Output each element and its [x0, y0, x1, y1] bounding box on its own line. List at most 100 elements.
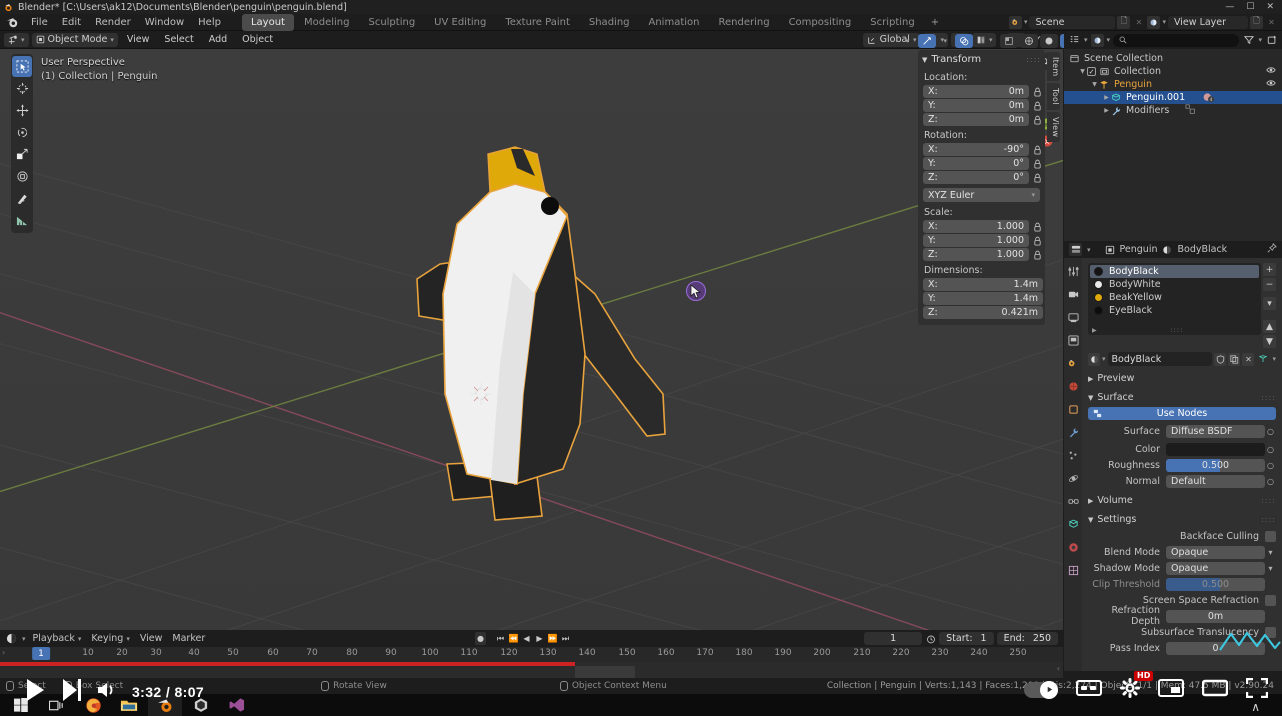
panel-drag-dots[interactable]: ::::: [1261, 393, 1276, 402]
settings-row-clip-threshold[interactable]: Clip Threshold 0.500: [1088, 577, 1276, 591]
collection-checkbox[interactable]: ✓: [1087, 67, 1096, 76]
breadcrumb-material[interactable]: BodyBlack: [1177, 244, 1227, 255]
backface-culling-checkbox[interactable]: [1265, 530, 1276, 542]
location-z-row[interactable]: Z: 0m: [918, 113, 1045, 126]
animate-property-dot-icon[interactable]: ○: [1265, 445, 1276, 454]
outliner-new-collection-icon[interactable]: [1265, 34, 1278, 47]
tab-layout[interactable]: Layout: [241, 13, 294, 31]
pin-icon[interactable]: [1267, 243, 1277, 256]
tab-shading[interactable]: Shading: [580, 14, 639, 31]
lock-rotation-y-icon[interactable]: [1032, 158, 1043, 170]
start-icon[interactable]: [4, 694, 38, 716]
previous-keyframe-button[interactable]: ⏪: [508, 632, 519, 645]
timeline-ruler[interactable]: 10 20 30 40 50 60 70 80 90 100 110 120 1…: [0, 647, 1063, 662]
visibility-eye-icon[interactable]: [1266, 79, 1276, 90]
animate-property-dot-icon[interactable]: ○: [1265, 427, 1276, 436]
tab-sculpting[interactable]: Sculpting: [359, 14, 424, 31]
disclosure-triangle-icon[interactable]: ▼: [1078, 68, 1087, 75]
material-slot-row[interactable]: BodyWhite: [1090, 278, 1259, 291]
subsurface-translucency-checkbox[interactable]: [1265, 626, 1276, 638]
outliner-mode-caret-icon[interactable]: ▾: [1084, 36, 1088, 44]
move-slot-down-button[interactable]: ▼: [1263, 335, 1276, 348]
minimize-button[interactable]: —: [1225, 0, 1234, 14]
visibility-eye-icon[interactable]: [1266, 66, 1276, 77]
section-preview[interactable]: ▶ Preview: [1088, 372, 1276, 385]
viewlayer-tab-icon[interactable]: [1066, 333, 1080, 347]
rotate-tool[interactable]: [12, 122, 32, 143]
jump-to-start-button[interactable]: ⏮: [495, 632, 506, 645]
settings-row-blend-mode[interactable]: Blend Mode Opaque ▾: [1088, 545, 1276, 559]
lock-location-x-icon[interactable]: [1032, 86, 1043, 98]
rotation-x-value[interactable]: -90°: [1004, 144, 1024, 155]
properties-editor-type-icon[interactable]: [1069, 243, 1082, 256]
panel-drag-dots[interactable]: ::::: [1261, 515, 1276, 524]
lock-location-z-icon[interactable]: [1032, 114, 1043, 126]
transform-panel-header[interactable]: ▼ Transform ::::: [918, 53, 1045, 69]
gizmo-options-caret-icon[interactable]: ▾: [938, 34, 954, 48]
copy-material-icon[interactable]: [1228, 352, 1241, 366]
cursor-tool[interactable]: [12, 78, 32, 99]
browse-material-icon[interactable]: [1088, 352, 1100, 366]
new-viewlayer-icon[interactable]: 🗋: [1250, 15, 1263, 29]
tab-animation[interactable]: Animation: [640, 14, 709, 31]
material-slot-row[interactable]: EyeBlack: [1090, 304, 1259, 317]
dimensions-y-row[interactable]: Y: 1.4m: [918, 292, 1045, 305]
disclosure-triangle-icon[interactable]: ▶: [1102, 107, 1111, 114]
normal-value[interactable]: Default: [1166, 474, 1265, 488]
transform-tool[interactable]: [12, 166, 32, 187]
shading-solid-icon[interactable]: [1039, 33, 1058, 48]
timeline-scroll-arrow-right[interactable]: ‹: [1057, 664, 1060, 673]
tool-tab-icon[interactable]: [1066, 264, 1080, 278]
material-slot-row[interactable]: BodyBlack: [1090, 265, 1259, 278]
outliner-row-scene-collection[interactable]: Scene Collection: [1064, 52, 1282, 65]
active-material-name-field[interactable]: BodyBlack: [1107, 352, 1213, 366]
next-keyframe-button[interactable]: ⏩: [547, 632, 558, 645]
xray-toggle-icon[interactable]: [999, 33, 1018, 48]
delete-viewlayer-icon[interactable]: ✕: [1265, 16, 1278, 29]
outliner-row-penguin-001[interactable]: ▶ Penguin.001 4: [1064, 91, 1282, 104]
disclosure-triangle-icon[interactable]: ▼: [1090, 81, 1099, 88]
physics-tab-icon[interactable]: [1066, 471, 1080, 485]
visual-studio-icon[interactable]: [220, 694, 254, 716]
browse-material-caret-icon[interactable]: ▾: [1102, 355, 1106, 363]
object-mode-selector[interactable]: Object Mode ▾: [31, 32, 118, 47]
world-tab-icon[interactable]: [1066, 379, 1080, 393]
annotate-tool[interactable]: [12, 188, 32, 209]
overlay-options-caret-icon[interactable]: ▾: [975, 34, 991, 48]
measure-tool[interactable]: [12, 210, 32, 231]
material-slot-list[interactable]: BodyBlack BodyWhite BeakYellow EyeBlack: [1088, 263, 1261, 335]
move-slot-up-button[interactable]: ▲: [1263, 320, 1276, 333]
rotation-z-row[interactable]: Z: 0°: [918, 171, 1045, 184]
viewport-menu-view[interactable]: View: [121, 33, 156, 47]
viewlayer-caret-icon[interactable]: ▾: [1162, 18, 1166, 26]
breadcrumb-object[interactable]: Penguin: [1120, 244, 1158, 255]
disclosure-triangle-icon[interactable]: ▶: [1102, 94, 1111, 101]
location-y-value[interactable]: 0m: [1009, 100, 1024, 111]
scale-x-row[interactable]: X: 1.000: [918, 220, 1045, 233]
menu-edit[interactable]: Edit: [55, 14, 88, 31]
dimensions-z-value[interactable]: 0.421m: [1002, 307, 1038, 318]
section-surface[interactable]: ▼ Surface ::::: [1088, 391, 1276, 404]
menu-render[interactable]: Render: [88, 14, 138, 31]
settings-row-shadow-mode[interactable]: Shadow Mode Opaque ▾: [1088, 561, 1276, 575]
menu-help[interactable]: Help: [191, 14, 228, 31]
timeline-scroll-arrow-left[interactable]: ›: [2, 648, 5, 657]
material-tab-icon[interactable]: [1066, 540, 1080, 554]
side-tab-item[interactable]: Item: [1047, 52, 1060, 82]
material-data-caret-icon[interactable]: ▾: [1272, 355, 1276, 363]
editor-type-icon[interactable]: ▾: [4, 32, 29, 47]
add-workspace-button[interactable]: +: [925, 14, 945, 31]
properties-type-caret-icon[interactable]: ▾: [1087, 246, 1091, 254]
scene-name-field[interactable]: Scene: [1029, 15, 1116, 29]
outliner-row-modifiers[interactable]: ▶ Modifiers: [1064, 104, 1282, 117]
frame-end-field[interactable]: End: 250: [996, 632, 1058, 645]
particles-tab-icon[interactable]: [1066, 448, 1080, 462]
lock-scale-z-icon[interactable]: [1032, 249, 1043, 261]
location-y-row[interactable]: Y: 0m: [918, 99, 1045, 112]
rotation-x-row[interactable]: X: -90°: [918, 143, 1045, 156]
unlink-material-icon[interactable]: ✕: [1242, 352, 1255, 366]
close-button[interactable]: ✕: [1266, 0, 1274, 14]
move-tool[interactable]: [12, 100, 32, 121]
viewlayer-browse-icon[interactable]: [1147, 15, 1161, 29]
refraction-depth-value[interactable]: 0m: [1166, 609, 1265, 623]
